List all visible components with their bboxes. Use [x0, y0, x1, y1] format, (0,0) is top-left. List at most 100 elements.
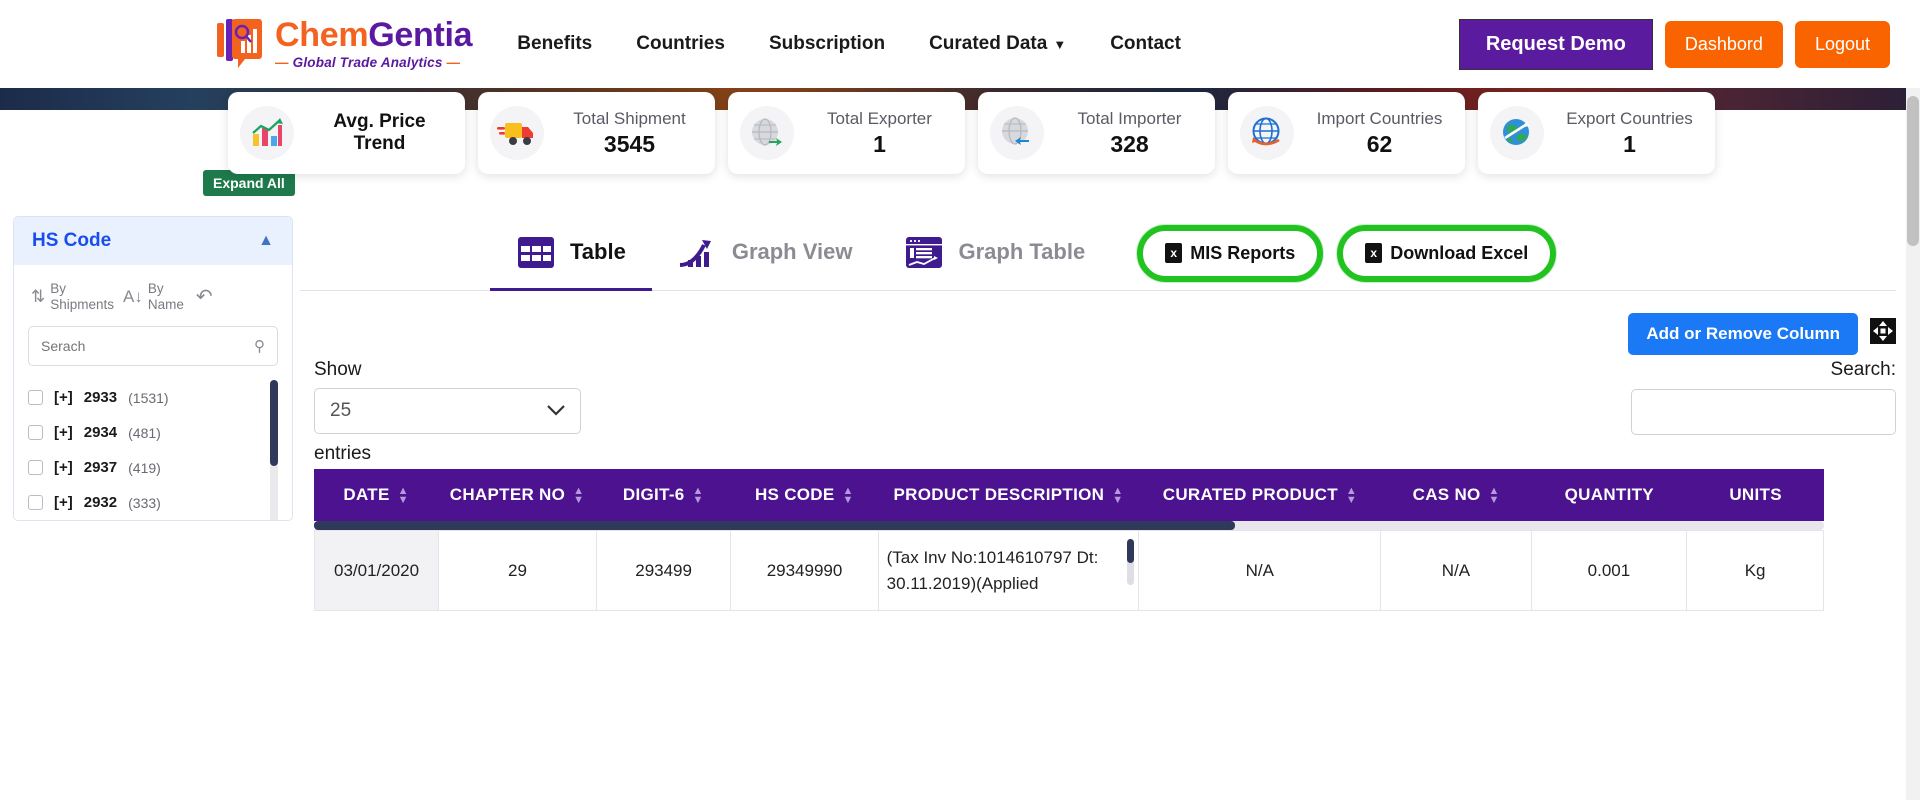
checkbox[interactable]: [28, 495, 43, 511]
reset-icon[interactable]: ↶: [196, 284, 213, 309]
stat-value: 328: [1110, 130, 1149, 157]
graph-table-icon: [904, 234, 944, 270]
stat-card-total-shipment[interactable]: Total Shipment 3545: [478, 92, 715, 174]
expand-toggle[interactable]: [+]: [54, 389, 73, 406]
stat-value: 3545: [603, 130, 656, 157]
nav-item-contact[interactable]: Contact: [1110, 23, 1181, 65]
stat-card-import-countries[interactable]: Import Countries 62: [1228, 92, 1465, 174]
cell-quantity: 0.001: [1530, 530, 1688, 611]
stat-body: Total Exporter 1: [806, 108, 953, 157]
table-horizontal-scrollbar[interactable]: [314, 521, 1824, 530]
request-demo-button[interactable]: Request Demo: [1458, 18, 1653, 70]
nav-item-subscription[interactable]: Subscription: [769, 23, 885, 65]
description-scrollbar[interactable]: [1127, 539, 1135, 585]
stat-card-export-countries[interactable]: Export Countries 1: [1478, 92, 1715, 174]
mis-reports-button[interactable]: x MIS Reports: [1145, 232, 1316, 274]
add-or-remove-column-button[interactable]: Add or Remove Column: [1628, 313, 1858, 355]
sort-label-line1: By: [147, 281, 164, 296]
tab-graph-table[interactable]: Graph Table: [878, 216, 1111, 290]
column-header-product-description[interactable]: PRODUCT DESCRIPTION ▲ ▼: [877, 469, 1139, 521]
nav-item-countries[interactable]: Countries: [636, 23, 725, 65]
nav-item-curated-data[interactable]: Curated Data ▼: [929, 23, 1066, 65]
nav-item-benefits[interactable]: Benefits: [517, 23, 592, 65]
sort-icon: ▲ ▼: [1345, 484, 1358, 506]
hs-code-value: 2937: [83, 459, 118, 477]
expand-arrows-icon[interactable]: [1870, 318, 1896, 344]
sort-icon: ▲ ▼: [397, 484, 409, 506]
stat-body: Total Importer 328: [1056, 108, 1203, 157]
tab-graph-view[interactable]: Graph View: [652, 216, 879, 290]
sort-by-name-button[interactable]: A↓ By Name: [120, 279, 187, 314]
list-item[interactable]: [+] 2934 (481): [28, 415, 262, 450]
table-search-input[interactable]: [1631, 389, 1896, 435]
hs-code-facet-header[interactable]: HS Code ▲: [14, 217, 292, 265]
view-tabs: Table Graph View Graph Table x MIS Repor…: [300, 216, 1896, 291]
column-header-date[interactable]: DATE ▲ ▼: [314, 469, 439, 521]
site-logo[interactable]: ChemGentia — Global Trade Analytics —: [215, 16, 473, 71]
expand-toggle[interactable]: [+]: [54, 424, 73, 441]
column-header-quantity[interactable]: QUANTITY: [1531, 469, 1688, 521]
sort-label-line2: Name: [147, 296, 184, 312]
page-size-select[interactable]: 25: [314, 388, 581, 434]
stat-card-total-importer[interactable]: Total Importer 328: [978, 92, 1215, 174]
list-item[interactable]: [+] 2932 (333): [28, 485, 262, 520]
checkbox[interactable]: [28, 390, 43, 406]
chevron-up-icon[interactable]: ▲: [258, 232, 274, 250]
stat-value: 62: [1366, 130, 1393, 157]
table-body: 03/01/2020 29 293499 29349990 (Tax Inv N…: [313, 530, 1824, 611]
nav-label: Countries: [636, 33, 725, 54]
cell-cas-no: N/A: [1380, 530, 1532, 611]
hs-code-count: (419): [128, 459, 161, 476]
column-header-hs-code[interactable]: HS CODE ▲ ▼: [730, 469, 878, 521]
globe-earth-icon: [1490, 106, 1544, 160]
column-header-curated-product[interactable]: CURATED PRODUCT ▲ ▼: [1138, 469, 1381, 521]
expand-toggle[interactable]: [+]: [54, 459, 73, 476]
logo-word-gentia: Gentia: [368, 16, 473, 55]
column-header-chapter-no[interactable]: CHAPTER NO ▲ ▼: [438, 469, 596, 521]
checkbox[interactable]: [28, 460, 43, 476]
facet-search-input[interactable]: [41, 338, 254, 355]
expand-toggle[interactable]: [+]: [54, 494, 73, 511]
bar-chart-trend-icon: [240, 106, 294, 160]
table-row[interactable]: 03/01/2020 29 293499 29349990 (Tax Inv N…: [313, 530, 1824, 611]
facet-search-box[interactable]: ⚲: [28, 326, 278, 367]
globe-import-icon: [990, 106, 1044, 160]
column-header-units[interactable]: UNITS: [1687, 469, 1824, 521]
results-table-body-wrap: 03/01/2020 29 293499 29349990 (Tax Inv N…: [313, 530, 1824, 611]
stat-label: Export Countries: [1566, 109, 1693, 129]
hs-code-value: 2932: [83, 494, 118, 512]
chemgentia-logo-icon: [217, 19, 262, 68]
sort-label-line1: By: [50, 281, 67, 296]
checkbox[interactable]: [28, 425, 43, 441]
column-header-digit-6[interactable]: DIGIT-6 ▲ ▼: [595, 469, 731, 521]
tab-label: Table: [570, 239, 626, 264]
stats-cards-row: Avg. Price Trend Total Shipment 3545 Tot…: [0, 92, 1920, 174]
primary-nav-links: Benefits Countries Subscription Curated …: [517, 23, 1225, 65]
dashboard-button[interactable]: Dashbord: [1664, 20, 1783, 68]
download-excel-button[interactable]: x Download Excel: [1345, 232, 1549, 274]
sort-icon: ▲ ▼: [692, 484, 704, 506]
stat-label: Total Importer: [1077, 109, 1182, 129]
facet-list-scrollbar[interactable]: [270, 380, 278, 521]
stat-card-total-exporter[interactable]: Total Exporter 1: [728, 92, 965, 174]
cell-digit-6: 293499: [595, 530, 732, 611]
list-item[interactable]: [+] 2933 (1531): [28, 380, 262, 415]
sort-by-shipments-button[interactable]: ⇅ By Shipments: [28, 279, 117, 314]
page-length-control: Show 25 entries: [300, 359, 581, 465]
list-item[interactable]: [+] 2937 (419): [28, 450, 262, 485]
column-header-cas-no[interactable]: CAS NO ▲ ▼: [1380, 469, 1532, 521]
table-header-row: DATE ▲ ▼ CHAPTER NO ▲ ▼ DIGIT-6 ▲ ▼ HS CODE ▲ ▼ …: [314, 469, 1824, 521]
table-search-control: Search:: [1631, 359, 1896, 435]
stat-card-avg-price-trend[interactable]: Avg. Price Trend: [228, 92, 465, 174]
cell-product-description: (Tax Inv No:1014610797 Dt: 30.11.2019)(A…: [877, 530, 1140, 611]
tab-table[interactable]: Table: [490, 216, 652, 291]
search-label: Search:: [1830, 359, 1896, 380]
logout-button[interactable]: Logout: [1794, 20, 1890, 68]
nav-label: Curated Data: [929, 33, 1048, 54]
facet-title: HS Code: [32, 230, 112, 251]
stat-body: Avg. Price Trend: [306, 111, 453, 155]
entries-label: entries: [314, 443, 372, 464]
sort-label-line2: Shipments: [50, 296, 115, 312]
mis-reports-highlight: x MIS Reports: [1137, 224, 1324, 282]
excel-file-icon: x: [1365, 243, 1383, 263]
